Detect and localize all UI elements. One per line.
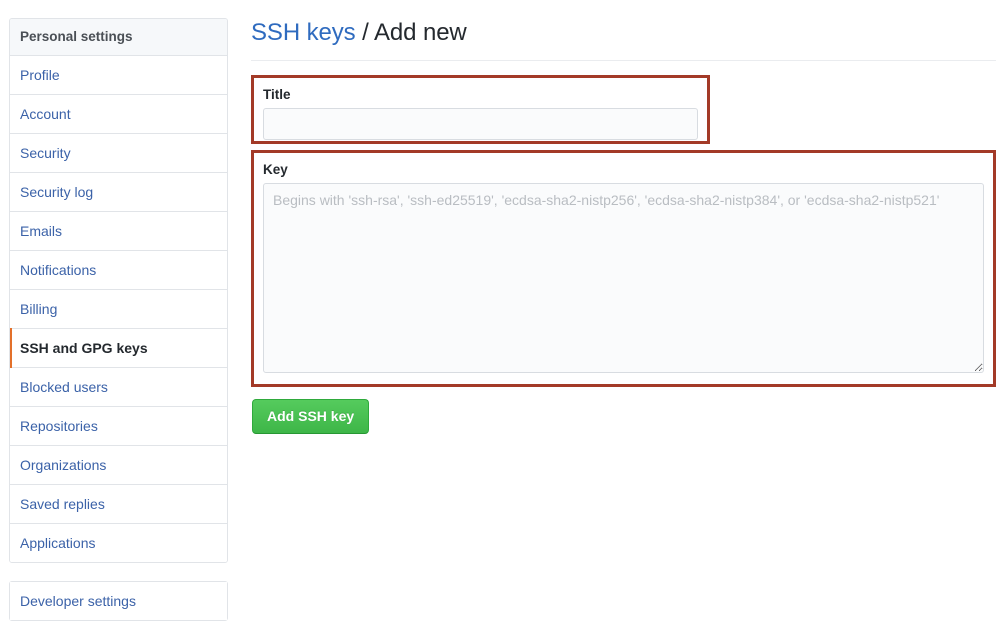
sidebar-item-blocked-users[interactable]: Blocked users — [10, 368, 227, 407]
sidebar-item-applications[interactable]: Applications — [10, 524, 227, 562]
add-ssh-key-button[interactable]: Add SSH key — [252, 399, 370, 434]
sidebar-header: Personal settings — [10, 19, 227, 56]
title-input[interactable] — [263, 108, 698, 140]
settings-page: Personal settings Profile Account Securi… — [0, 0, 1000, 621]
sidebar-item-security[interactable]: Security — [10, 134, 227, 173]
sidebar-item-repositories[interactable]: Repositories — [10, 407, 227, 446]
sidebar-item-organizations[interactable]: Organizations — [10, 446, 227, 485]
title-field-group: Title — [251, 75, 710, 144]
sidebar-item-emails[interactable]: Emails — [10, 212, 227, 251]
submit-row: Add SSH key — [252, 399, 370, 434]
key-field-group: Key — [251, 150, 996, 387]
personal-settings-sidebar: Personal settings Profile Account Securi… — [9, 18, 228, 621]
sidebar-item-notifications[interactable]: Notifications — [10, 251, 227, 290]
breadcrumb-link-ssh-keys[interactable]: SSH keys — [251, 19, 356, 46]
sidebar-item-saved-replies[interactable]: Saved replies — [10, 485, 227, 524]
title-field-label: Title — [263, 87, 291, 102]
sidebar-item-security-log[interactable]: Security log — [10, 173, 227, 212]
sidebar-footer-menu: Developer settings — [9, 581, 228, 621]
main-content: SSH keys / Add new Title Key Add SSH key — [251, 18, 996, 434]
key-field-label: Key — [263, 162, 288, 177]
breadcrumb-current: Add new — [373, 19, 467, 46]
sidebar-item-account[interactable]: Account — [10, 95, 227, 134]
sidebar-item-developer-settings[interactable]: Developer settings — [10, 582, 227, 620]
page-title: SSH keys / Add new — [251, 18, 996, 61]
sidebar-item-ssh-and-gpg-keys[interactable]: SSH and GPG keys — [10, 328, 227, 368]
sidebar-menu: Personal settings Profile Account Securi… — [9, 18, 228, 563]
sidebar-item-profile[interactable]: Profile — [10, 56, 227, 95]
key-textarea[interactable] — [263, 183, 984, 373]
breadcrumb-separator: / — [355, 19, 374, 46]
sidebar-item-billing[interactable]: Billing — [10, 290, 227, 329]
